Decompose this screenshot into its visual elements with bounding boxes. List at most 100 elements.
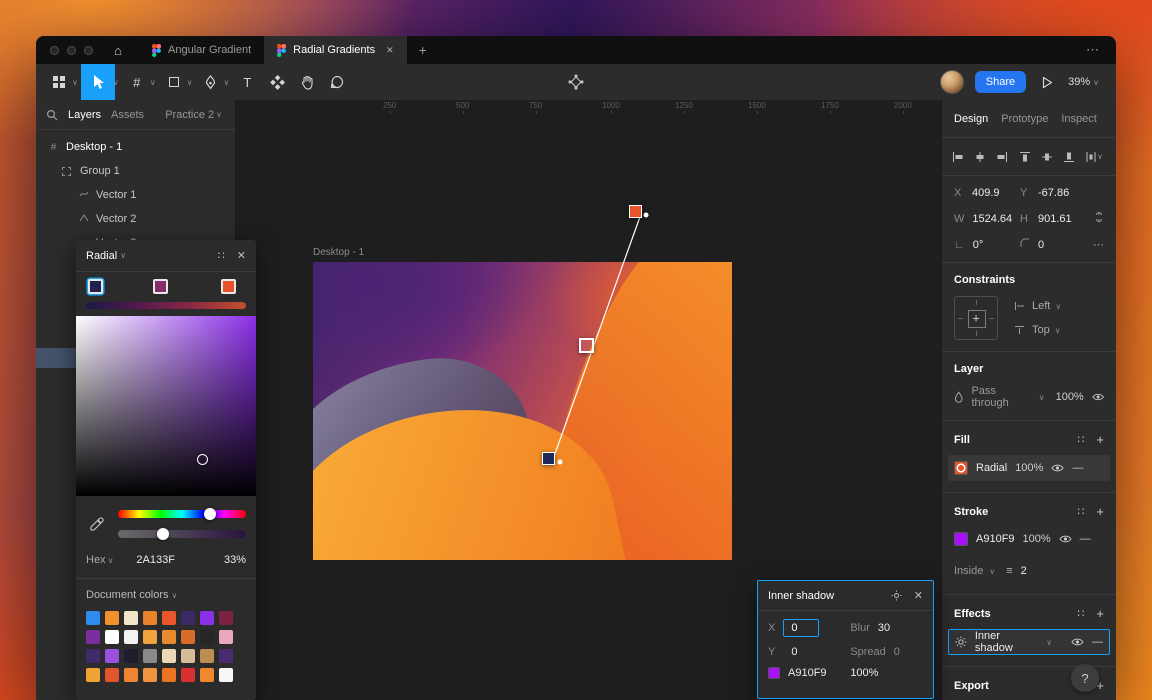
shadow-y-input[interactable]: 0 xyxy=(783,646,797,658)
text-tool-button[interactable]: T xyxy=(232,64,262,100)
color-swatch[interactable] xyxy=(181,668,195,682)
tab-layers[interactable]: Layers xyxy=(68,109,101,121)
color-swatch[interactable] xyxy=(200,649,214,663)
effect-settings-icon[interactable] xyxy=(891,590,902,601)
gradient-stop-handle-middle[interactable] xyxy=(579,338,594,353)
gradient-stop-handle-navy[interactable] xyxy=(542,452,555,465)
shadow-opacity-input[interactable]: 100% xyxy=(850,667,878,679)
color-swatch[interactable] xyxy=(124,630,138,644)
color-swatch[interactable] xyxy=(181,649,195,663)
color-swatch[interactable] xyxy=(143,611,157,625)
color-swatch[interactable] xyxy=(162,611,176,625)
effect-settings-icon[interactable] xyxy=(955,636,967,648)
align-h-center-icon[interactable] xyxy=(974,151,986,163)
stroke-row[interactable]: A910F9 100% — xyxy=(954,527,1104,551)
vertical-constraint-select[interactable]: Top ∨ xyxy=(1014,324,1064,336)
constraints-widget[interactable]: + xyxy=(954,296,998,340)
gradient-stop-handle-orange[interactable] xyxy=(629,205,642,218)
add-stroke-button[interactable]: + xyxy=(1096,504,1104,519)
color-cursor[interactable] xyxy=(197,454,208,465)
styles-icon[interactable]: ∷ xyxy=(218,249,225,262)
align-bottom-icon[interactable] xyxy=(1063,151,1075,163)
fill-type[interactable]: Radial xyxy=(976,462,1007,474)
add-fill-button[interactable]: + xyxy=(1096,432,1104,447)
tab-overflow-menu[interactable]: ⋯ xyxy=(1086,42,1100,58)
shadow-x-field[interactable]: X 0 xyxy=(768,619,844,637)
saturation-value-area[interactable] xyxy=(76,316,256,496)
color-swatch[interactable] xyxy=(86,649,100,663)
styles-icon[interactable]: ∷ xyxy=(1077,607,1084,620)
align-right-icon[interactable] xyxy=(996,151,1008,163)
align-left-icon[interactable] xyxy=(952,151,964,163)
shadow-y-field[interactable]: Y 0 xyxy=(768,646,844,658)
shadow-blur-field[interactable]: Blur 30 xyxy=(850,622,923,634)
shadow-spread-field[interactable]: Spread 0 xyxy=(850,646,923,658)
eye-icon[interactable] xyxy=(1071,637,1084,647)
remove-fill-button[interactable]: — xyxy=(1072,462,1083,474)
eyedropper-button[interactable] xyxy=(86,507,108,541)
document-colors-header[interactable]: Document colors ∨ xyxy=(86,589,246,601)
align-top-icon[interactable] xyxy=(1019,151,1031,163)
fill-swatch[interactable] xyxy=(954,461,968,475)
color-swatch[interactable] xyxy=(219,668,233,682)
y-field[interactable]: Y -67.86 xyxy=(1020,187,1086,199)
component-tool-button[interactable] xyxy=(262,64,292,100)
hue-handle[interactable] xyxy=(204,508,217,520)
stroke-swatch[interactable] xyxy=(954,532,968,546)
opacity-handle[interactable] xyxy=(156,528,169,540)
pen-tool-button[interactable] xyxy=(195,64,225,100)
gradient-stop-orange[interactable] xyxy=(221,279,236,294)
shadow-x-input[interactable]: 0 xyxy=(783,619,820,637)
eye-icon[interactable] xyxy=(1051,463,1064,473)
color-swatch[interactable] xyxy=(105,611,119,625)
vector-edit-icon[interactable] xyxy=(561,64,591,100)
styles-icon[interactable]: ∷ xyxy=(1077,433,1084,446)
page-selector[interactable]: Practice 2 ∨ xyxy=(165,109,225,121)
stroke-hex[interactable]: A910F9 xyxy=(976,533,1015,545)
comment-tool-button[interactable] xyxy=(322,64,352,100)
shadow-spread-input[interactable]: 0 xyxy=(894,646,900,658)
rotation-field[interactable]: ∟ 0° xyxy=(954,239,1020,251)
new-tab-button[interactable]: + xyxy=(419,42,427,58)
x-field[interactable]: X 409.9 xyxy=(954,187,1020,199)
shadow-color-hex[interactable]: A910F9 xyxy=(788,667,827,679)
chevron-down-icon[interactable]: ∨ xyxy=(72,78,78,87)
horizontal-constraint-select[interactable]: Left ∨ xyxy=(1014,300,1064,312)
effect-type-select[interactable]: Inner shadow xyxy=(975,630,1040,654)
color-swatch[interactable] xyxy=(105,630,119,644)
main-menu-button[interactable] xyxy=(44,64,74,100)
chevron-down-icon[interactable]: ∨ xyxy=(113,78,119,87)
gradient-stop-purple[interactable] xyxy=(153,279,168,294)
window-close-button[interactable] xyxy=(50,45,59,55)
corner-radius-field[interactable]: 0 xyxy=(1020,238,1086,251)
gradient-stop-navy[interactable] xyxy=(88,279,103,294)
remove-effect-button[interactable]: — xyxy=(1092,636,1103,648)
color-swatch[interactable] xyxy=(200,630,214,644)
constrain-proportions-toggle[interactable] xyxy=(1086,211,1104,226)
avatar[interactable] xyxy=(939,70,964,94)
styles-icon[interactable]: ∷ xyxy=(1077,505,1084,518)
tab-prototype[interactable]: Prototype xyxy=(1001,113,1048,125)
color-swatch[interactable] xyxy=(181,630,195,644)
alpha-input[interactable]: 33% xyxy=(224,554,246,566)
layer-row-vector-2[interactable]: Vector 2 xyxy=(36,207,235,231)
artboard[interactable] xyxy=(313,262,732,560)
hand-tool-button[interactable] xyxy=(292,64,322,100)
effect-row-selected[interactable]: Inner shadow ∨ — xyxy=(948,629,1110,655)
color-swatch[interactable] xyxy=(162,668,176,682)
eye-icon[interactable] xyxy=(1059,534,1072,544)
width-field[interactable]: W 1524.64 xyxy=(954,213,1020,225)
share-button[interactable]: Share xyxy=(974,71,1027,93)
tab-close-icon[interactable]: ✕ xyxy=(386,45,394,56)
color-swatch[interactable] xyxy=(105,649,119,663)
tab-inspect[interactable]: Inspect xyxy=(1061,113,1096,125)
color-swatch[interactable] xyxy=(219,611,233,625)
tab-assets[interactable]: Assets xyxy=(111,109,144,121)
tab-design[interactable]: Design xyxy=(954,113,988,125)
color-swatch[interactable] xyxy=(86,630,100,644)
zoom-menu[interactable]: 39% ∨ xyxy=(1068,76,1102,88)
tab-angular-gradient[interactable]: Angular Gradient xyxy=(139,36,264,64)
color-swatch[interactable] xyxy=(143,630,157,644)
align-v-center-icon[interactable] xyxy=(1041,151,1053,163)
fill-row[interactable]: Radial 100% — xyxy=(948,455,1110,481)
